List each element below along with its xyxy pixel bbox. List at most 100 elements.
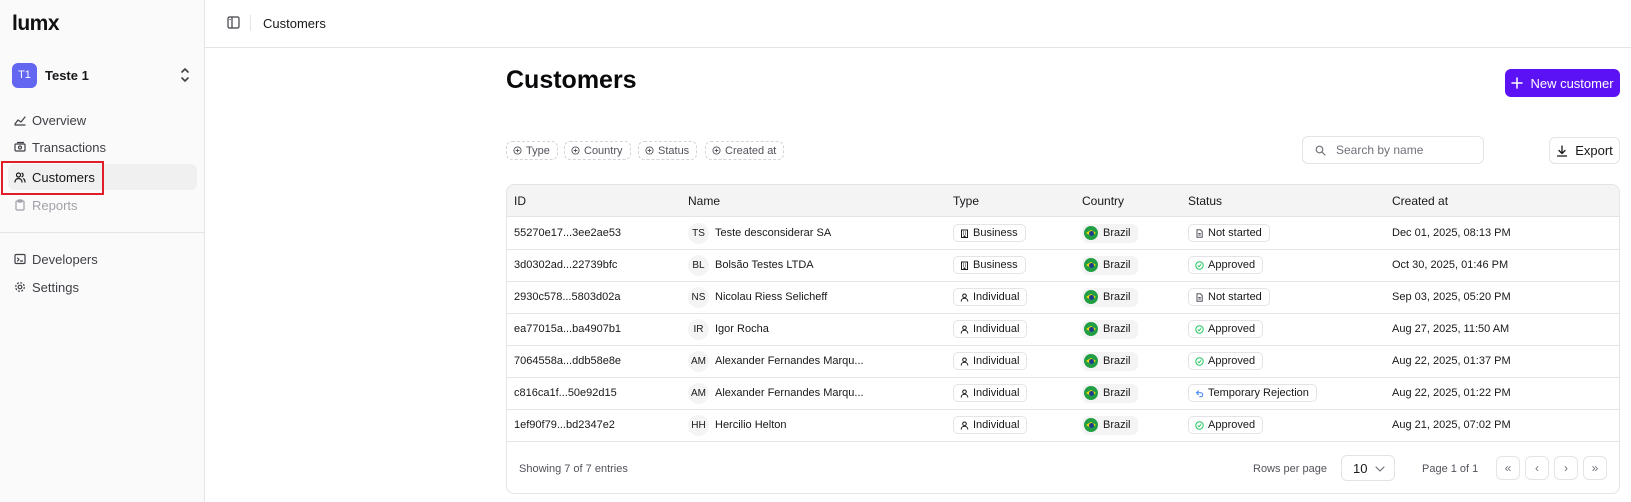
sidebar-item-reports: Reports — [8, 192, 197, 218]
type-badge: Business — [953, 224, 1026, 242]
terminal-icon — [14, 253, 26, 265]
search-icon — [1315, 145, 1326, 156]
sidebar-toggle-icon[interactable] — [227, 16, 240, 29]
avatar: AM — [688, 350, 709, 372]
sidebar-item-transactions[interactable]: Transactions — [8, 134, 197, 160]
type-badge: Individual — [953, 416, 1028, 434]
topbar-divider — [250, 15, 251, 31]
customer-type-cell: Individual — [953, 281, 1028, 313]
country-badge: Brazil — [1082, 383, 1138, 403]
filter-created-at[interactable]: Created at — [705, 141, 785, 160]
type-badge: Individual — [953, 352, 1028, 370]
filter-label: Status — [658, 144, 690, 157]
entries-count: Showing 7 of 7 entries — [519, 463, 628, 475]
customer-name: Bolsão Testes LTDA — [715, 259, 814, 271]
sidebar-item-label: Developers — [32, 251, 98, 267]
column-header-id[interactable]: ID — [514, 194, 526, 208]
country-badge: Brazil — [1082, 255, 1138, 275]
chevrons-up-down-icon — [181, 68, 189, 82]
filter-country[interactable]: Country — [564, 141, 631, 160]
file-icon — [1196, 228, 1203, 238]
table-row[interactable]: ea77015a...ba4907b1 IR Igor Rocha Individua… — [507, 313, 1619, 346]
workspace-switcher[interactable]: T1 Teste 1 — [12, 61, 192, 89]
customer-created-at: Dec 01, 2025, 08:13 PM — [1392, 227, 1511, 239]
sidebar-item-customers[interactable]: Customers — [8, 164, 197, 190]
sidebar-divider — [0, 232, 205, 233]
sidebar-item-settings[interactable]: Settings — [8, 274, 197, 300]
plus-circle-icon — [571, 146, 580, 155]
chevron-down-icon — [1375, 466, 1385, 472]
next-page-button[interactable]: › — [1554, 456, 1578, 480]
brazil-flag-icon — [1084, 354, 1098, 368]
sidebar-item-label: Transactions — [32, 139, 106, 155]
table-row[interactable]: 3d0302ad...22739bfc BL Bolsão Testes LTDA B… — [507, 249, 1619, 282]
table-row[interactable]: 2930c578...5803d02a NS Nicolau Riess Selic… — [507, 281, 1619, 314]
previous-page-button[interactable]: ‹ — [1525, 456, 1549, 480]
customer-name-cell: AM Alexander Fernandes Marqu... — [688, 345, 864, 377]
customer-name: Igor Rocha — [715, 323, 769, 335]
avatar: NS — [688, 286, 709, 308]
customer-type-cell: Business — [953, 249, 1026, 281]
clipboard-icon — [15, 199, 25, 211]
type-label: Individual — [973, 291, 1020, 303]
table-row[interactable]: 7064558a...ddb58e8e AM Alexander Fernandes… — [507, 345, 1619, 378]
customer-type-cell: Individual — [953, 409, 1028, 441]
customer-status-cell: Approved — [1188, 249, 1264, 281]
filter-type[interactable]: Type — [506, 141, 558, 160]
status-badge: Approved — [1188, 352, 1264, 370]
sidebar-item-overview[interactable]: Overview — [8, 107, 197, 133]
customer-country-cell: Brazil — [1082, 217, 1138, 249]
search-input[interactable] — [1336, 143, 1476, 157]
plus-circle-icon — [645, 146, 654, 155]
avatar: IR — [688, 318, 709, 340]
column-header-status[interactable]: Status — [1188, 194, 1222, 208]
customer-name-cell: IR Igor Rocha — [688, 313, 769, 345]
customer-name: Nicolau Riess Selicheff — [715, 291, 828, 303]
sidebar: lumx T1 Teste 1 Overview Transactions Cu… — [0, 0, 205, 502]
table-header: ID Name Type Country Status Created at — [507, 185, 1619, 217]
country-label: Brazil — [1103, 227, 1131, 239]
customer-created-at: Oct 30, 2025, 01:46 PM — [1392, 259, 1509, 271]
table-footer: Showing 7 of 7 entries Rows per page 10 … — [507, 448, 1619, 493]
last-page-button[interactable]: » — [1583, 456, 1607, 480]
sidebar-item-developers[interactable]: Developers — [8, 246, 197, 272]
column-header-type[interactable]: Type — [953, 194, 979, 208]
top-bar: Customers — [205, 0, 1631, 48]
status-badge: Not started — [1188, 224, 1270, 242]
plus-circle-icon — [513, 146, 522, 155]
lumx-logo[interactable]: lumx — [12, 12, 60, 36]
search-box[interactable] — [1302, 136, 1484, 164]
column-header-created-at[interactable]: Created at — [1392, 194, 1448, 208]
table-row[interactable]: c816ca1f...50e92d15 AM Alexander Fernandes… — [507, 377, 1619, 410]
table-row[interactable]: 55270e17...3ee2ae53 TS Teste desconsiderar… — [507, 217, 1619, 250]
rows-per-page-value: 10 — [1353, 460, 1368, 476]
column-header-country[interactable]: Country — [1082, 194, 1124, 208]
brazil-flag-icon — [1084, 418, 1098, 432]
customer-created-at: Aug 22, 2025, 01:37 PM — [1392, 355, 1511, 367]
country-label: Brazil — [1103, 291, 1131, 303]
rows-per-page-select[interactable]: 10 — [1341, 455, 1395, 481]
brazil-flag-icon — [1084, 386, 1098, 400]
status-badge: Approved — [1188, 256, 1264, 274]
workspace-name: Teste 1 — [45, 67, 89, 83]
status-label: Approved — [1208, 259, 1256, 271]
table-row[interactable]: 1ef90f79...bd2347e2 HH Hercilio Helton Indi… — [507, 409, 1619, 442]
new-customer-button[interactable]: New customer — [1505, 69, 1620, 97]
filter-status[interactable]: Status — [638, 141, 698, 160]
customer-country-cell: Brazil — [1082, 249, 1138, 281]
download-icon — [1557, 144, 1568, 157]
user-icon — [960, 293, 969, 302]
export-button[interactable]: Export — [1549, 137, 1620, 164]
customer-type-cell: Individual — [953, 377, 1028, 409]
customer-id: 1ef90f79...bd2347e2 — [514, 419, 615, 431]
customer-name: Hercilio Helton — [715, 419, 787, 431]
sidebar-item-label: Overview — [32, 112, 87, 128]
column-header-name[interactable]: Name — [688, 194, 720, 208]
avatar: HH — [688, 414, 709, 436]
type-badge: Individual — [953, 288, 1028, 306]
first-page-button[interactable]: « — [1496, 456, 1520, 480]
country-label: Brazil — [1103, 259, 1131, 271]
customer-name: Teste desconsiderar SA — [715, 227, 832, 239]
check-circle-icon — [1195, 324, 1204, 334]
type-badge: Individual — [953, 320, 1028, 338]
